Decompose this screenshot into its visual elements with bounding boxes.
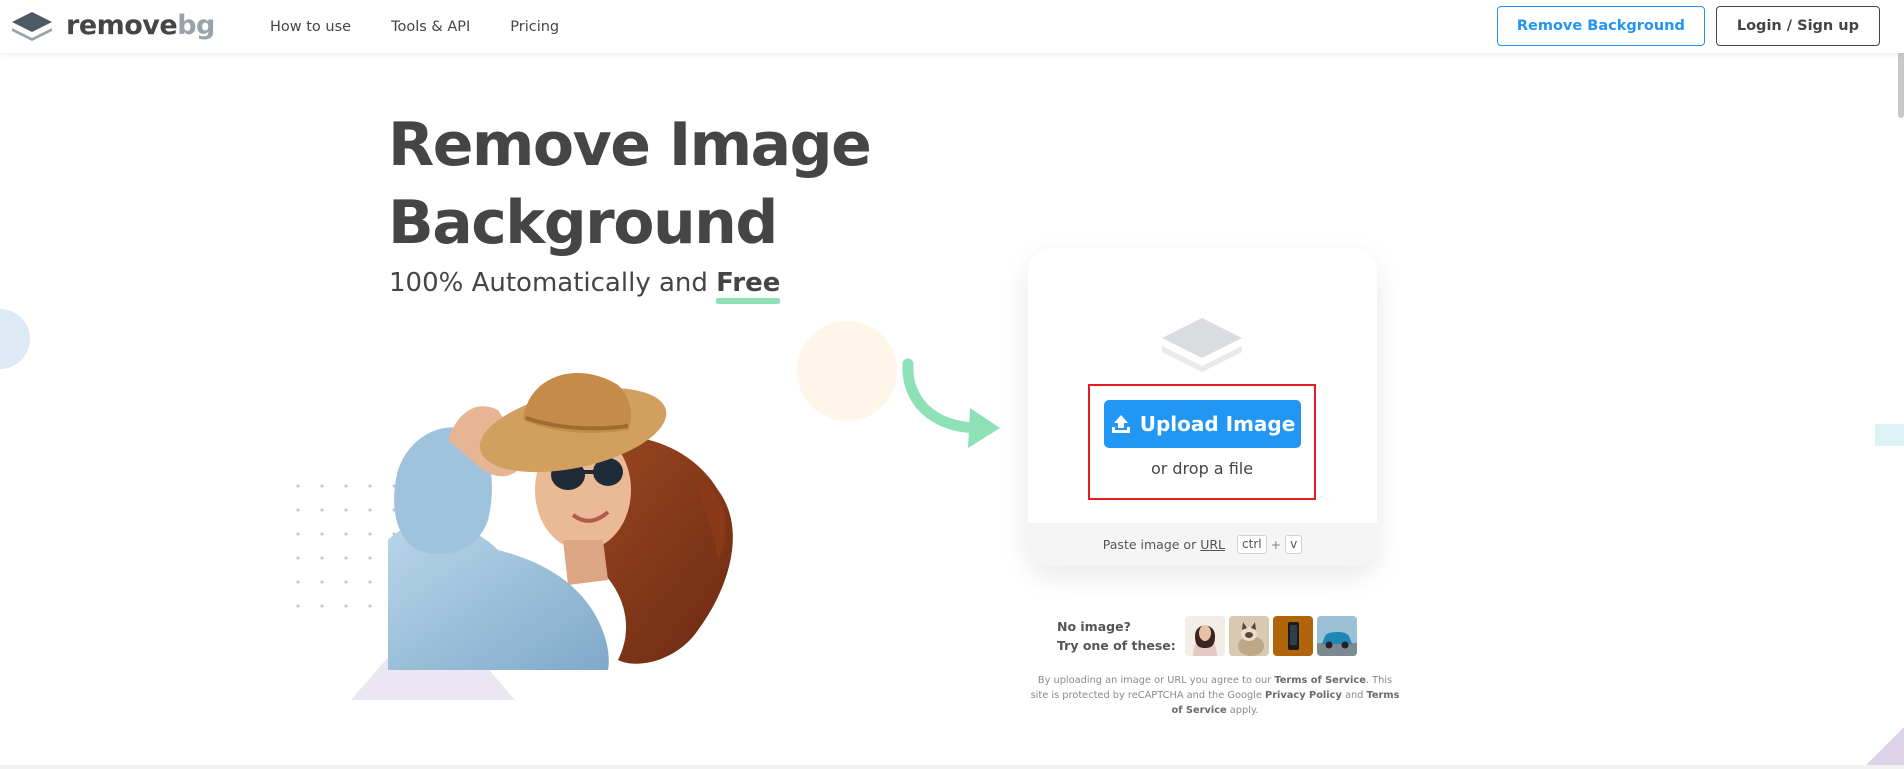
paste-url-link[interactable]: URL [1200,537,1225,552]
kbd-ctrl: ctrl [1237,535,1267,554]
samples-label: No image? Try one of these: [1057,617,1176,655]
sample-thumb-phone[interactable] [1272,616,1313,656]
nav-links: How to use Tools & API Pricing [270,0,599,53]
login-signup-button[interactable]: Login / Sign up [1715,6,1880,46]
paste-bar: Paste image or URL ctrl + v [1028,523,1377,566]
sample-woman-image [1184,616,1225,656]
nav-actions: Remove Background Login / Sign up [1496,6,1880,46]
paste-text: Paste image or [1102,537,1197,552]
sample-car-image [1316,616,1357,656]
upload-button-label: Upload Image [1139,412,1296,436]
decorative-sun-circle [797,321,897,421]
hero-title: Remove Image Background [388,106,872,262]
terms-of-service-link[interactable]: Terms of Service [1274,675,1365,686]
decorative-corner-triangle [1862,727,1904,769]
sample-images: No image? Try one of these: [1057,616,1361,656]
drop-file-text[interactable]: or drop a file [1090,459,1314,478]
samples-label-line2: Try one of these: [1057,638,1176,653]
nav-link-how-to-use[interactable]: How to use [270,19,351,35]
page: removebg How to use Tools & API Pricing … [0,0,1904,769]
upload-card: Upload Image or drop a file Paste image … [1028,248,1377,566]
brand-logo[interactable]: removebg [10,10,215,42]
top-navbar: removebg How to use Tools & API Pricing … [0,0,1904,53]
legal-text-4: apply. [1226,705,1259,716]
upload-area-highlight: Upload Image or drop a file [1088,384,1316,500]
samples-label-line1: No image? [1057,619,1131,634]
sample-thumb-car[interactable] [1316,616,1357,656]
upload-image-button[interactable]: Upload Image [1104,400,1301,448]
sample-cat-image [1228,616,1269,656]
privacy-policy-link[interactable]: Privacy Policy [1265,690,1342,701]
remove-background-button[interactable]: Remove Background [1496,6,1705,46]
section-divider [0,765,1904,769]
sample-phone-image [1272,616,1313,656]
legal-text-3: and [1341,690,1367,701]
nav-link-tools-api[interactable]: Tools & API [391,19,470,35]
hero-title-line2: Background [388,188,778,258]
hero-subtitle: 100% Automatically and Free [389,268,781,304]
upload-icon [1111,415,1130,433]
decorative-half-circle [0,309,30,369]
legal-text-1: By uploading an image or URL you agree t… [1037,675,1275,686]
hero-title-line1: Remove Image [388,110,872,180]
decorative-square [1875,424,1904,446]
hero-example-image [388,372,733,670]
kbd-v: v [1285,535,1303,554]
curved-arrow-icon [902,358,1000,448]
legal-notice: By uploading an image or URL you agree t… [1028,673,1402,718]
layers-icon [1162,318,1242,372]
sample-thumb-woman[interactable] [1184,616,1225,656]
layers-logo-icon [12,12,52,41]
hero-subtitle-free: Free [716,268,781,304]
hero-subtitle-prefix: 100% Automatically and [389,268,717,298]
logo-text: removebg [66,10,215,41]
sample-thumb-cat[interactable] [1228,616,1269,656]
nav-link-pricing[interactable]: Pricing [510,19,559,35]
kbd-plus: + [1270,537,1282,552]
